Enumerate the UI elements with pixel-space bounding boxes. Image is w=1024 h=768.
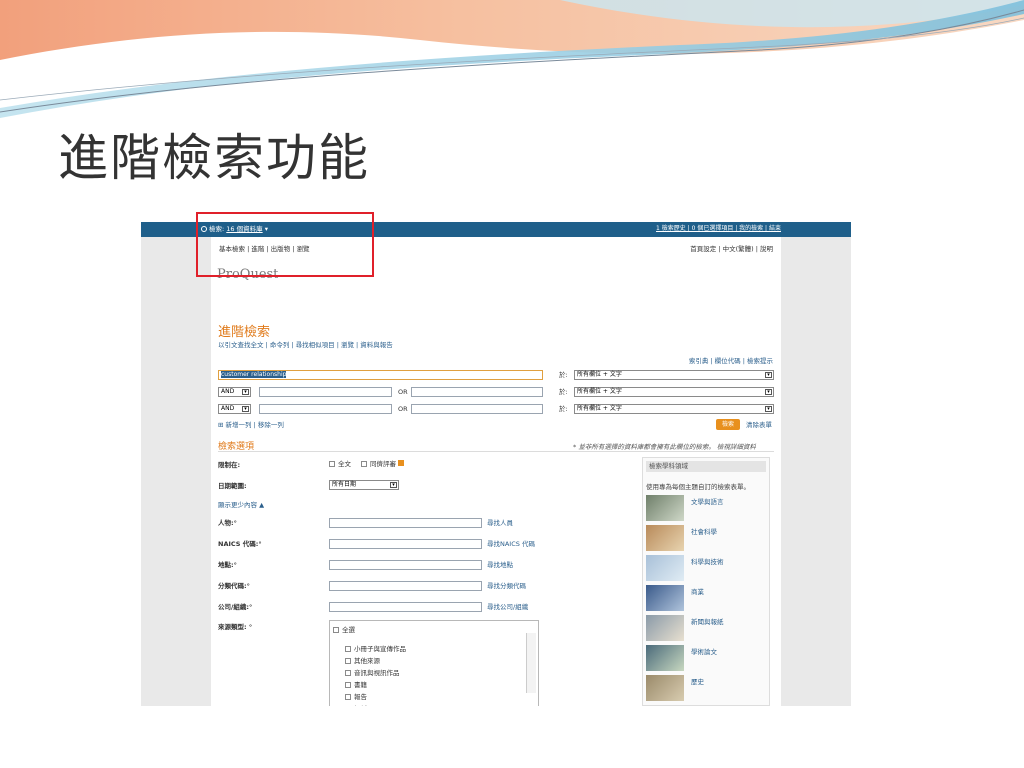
search-input-1[interactable]: customer relationship [218,370,543,380]
history-image[interactable] [646,675,684,701]
subject-dissertations-link[interactable]: 學術論文 [691,648,717,656]
main-page: 基本檢索 | 進階 | 出版物 | 瀏覽 首頁設定 | 中文(繁體) | 說明 … [211,237,781,706]
field-label-company: 公司/組織:° [218,603,253,611]
field-label-classification: 分類代碼:° [218,582,250,590]
checkbox[interactable] [333,627,339,633]
checkbox[interactable] [345,682,351,688]
clear-form-link[interactable]: 清除表單 [746,421,772,429]
search-input-2a[interactable] [259,387,392,397]
subject-areas-panel: 檢索學科領域 使用專為每個主題自訂的檢索表單。 文學與語言 社會科學 科學與技術… [642,457,770,706]
subject-panel-desc: 使用專為每個主題自訂的檢索表單。 [646,483,750,491]
chevron-down-icon: ▾ [765,372,772,378]
help-links[interactable]: 索引典 | 欄位代碼 | 檢索提示 [689,357,773,365]
nav-right-links[interactable]: 首頁設定 | 中文(繁體) | 說明 [690,245,773,253]
search-input-3b[interactable] [411,404,543,414]
operator-select-2[interactable]: AND ▾ [218,387,251,397]
search-button[interactable]: 檢索 [716,419,740,430]
chevron-down-icon: ▾ [765,406,772,412]
checkbox[interactable] [345,658,351,664]
or-label-3: OR [398,405,408,413]
search-tabs[interactable]: 以引文查找全文 | 命令列 | 尋找相似項目 | 瀏覽 | 資料與報告 [218,341,393,349]
find-location-link[interactable]: 尋找地點 [487,561,513,569]
source-item[interactable]: 小冊子與宣傳作品 [345,645,406,653]
row-actions[interactable]: ⊞ 新增一列 | 移除一列 [218,421,284,429]
classification-input[interactable] [329,581,482,591]
checkbox[interactable] [361,461,367,467]
person-input[interactable] [329,518,482,528]
checkbox[interactable] [345,646,351,652]
source-type-label: 來源類型: ° [218,623,253,631]
checkbox[interactable] [345,694,351,700]
source-item[interactable]: 報告 [345,693,367,701]
source-item[interactable]: 報紙 [345,705,367,706]
naics-input[interactable] [329,539,482,549]
peer-review-checkbox[interactable]: 同儕評審 [361,460,405,468]
source-type-list[interactable]: 全選 小冊子與宣傳作品 其他來源 音訊與視訊作品 書籍 報告 報紙 [329,620,539,706]
chevron-down-icon: ▾ [242,389,249,395]
source-item[interactable]: 其他來源 [345,657,380,665]
subject-science-link[interactable]: 科學與技術 [691,558,724,566]
subject-business-link[interactable]: 商業 [691,588,704,596]
field-in-label-1: 於: [559,371,568,379]
science-image[interactable] [646,555,684,581]
operator-select-3[interactable]: AND ▾ [218,404,251,414]
subject-panel-title: 檢索學科領域 [646,461,766,472]
field-label-person: 人物:° [218,519,237,527]
subject-social-science-link[interactable]: 社會科學 [691,528,717,536]
scrollbar[interactable] [526,633,536,693]
find-classification-link[interactable]: 尋找分類代碼 [487,582,526,590]
date-range-select[interactable]: 所有日期 ▾ [329,480,399,490]
field-in-label-3: 於: [559,405,568,413]
top-right-links[interactable]: 1 檢索歷史 | 0 個已選擇項目 | 我的檢索 | 結束 [656,225,781,233]
location-input[interactable] [329,560,482,570]
show-less-link[interactable]: 顯示更少內容 ▲ [218,501,264,509]
limit-label: 限制在: [218,461,241,469]
news-image[interactable] [646,615,684,641]
source-item[interactable]: 書籍 [345,681,367,689]
checkbox[interactable] [329,461,335,467]
field-in-label-2: 於: [559,388,568,396]
field-select-1[interactable]: 所有欄位 + 文字 ▾ [574,370,774,380]
highlight-box [196,212,374,277]
find-person-link[interactable]: 尋找人員 [487,519,513,527]
fulltext-checkbox[interactable]: 全文 [329,460,351,468]
date-label: 日期範圍: [218,482,247,490]
search-input-3a[interactable] [259,404,392,414]
field-label-location: 地點:° [218,561,237,569]
social-science-image[interactable] [646,525,684,551]
proquest-screenshot: 檢索: 16 個資料庫 ▾ 1 檢索歷史 | 0 個已選擇項目 | 我的檢索 |… [141,222,851,706]
business-image[interactable] [646,585,684,611]
literature-image[interactable] [646,495,684,521]
chevron-down-icon: ▾ [390,482,397,488]
checkbox[interactable] [345,670,351,676]
or-label-2: OR [398,388,408,396]
chevron-down-icon: ▾ [242,406,249,412]
field-label-naics: NAICS 代碼:° [218,540,262,548]
subject-news-link[interactable]: 新聞與報紙 [691,618,724,626]
find-company-link[interactable]: 尋找公司/組織 [487,603,528,611]
slide-title: 進階檢索功能 [58,129,370,187]
options-note: * 並非所有選擇的資料庫都會擁有此欄位的檢索。 檢視詳細資料 [573,443,756,451]
page-title: 進階檢索 [218,325,271,340]
source-all-checkbox[interactable]: 全選 [333,626,355,634]
company-input[interactable] [329,602,482,612]
field-select-3[interactable]: 所有欄位 + 文字 ▾ [574,404,774,414]
dissertations-image[interactable] [646,645,684,671]
chevron-down-icon: ▾ [765,389,772,395]
info-icon[interactable] [398,460,405,466]
search-input-2b[interactable] [411,387,543,397]
divider [218,451,774,452]
subject-literature-link[interactable]: 文學與語言 [691,498,724,506]
find-naics-link[interactable]: 尋找NAICS 代碼 [487,540,535,548]
subject-history-link[interactable]: 歷史 [691,678,704,686]
source-item[interactable]: 音訊與視訊作品 [345,669,400,677]
field-select-2[interactable]: 所有欄位 + 文字 ▾ [574,387,774,397]
